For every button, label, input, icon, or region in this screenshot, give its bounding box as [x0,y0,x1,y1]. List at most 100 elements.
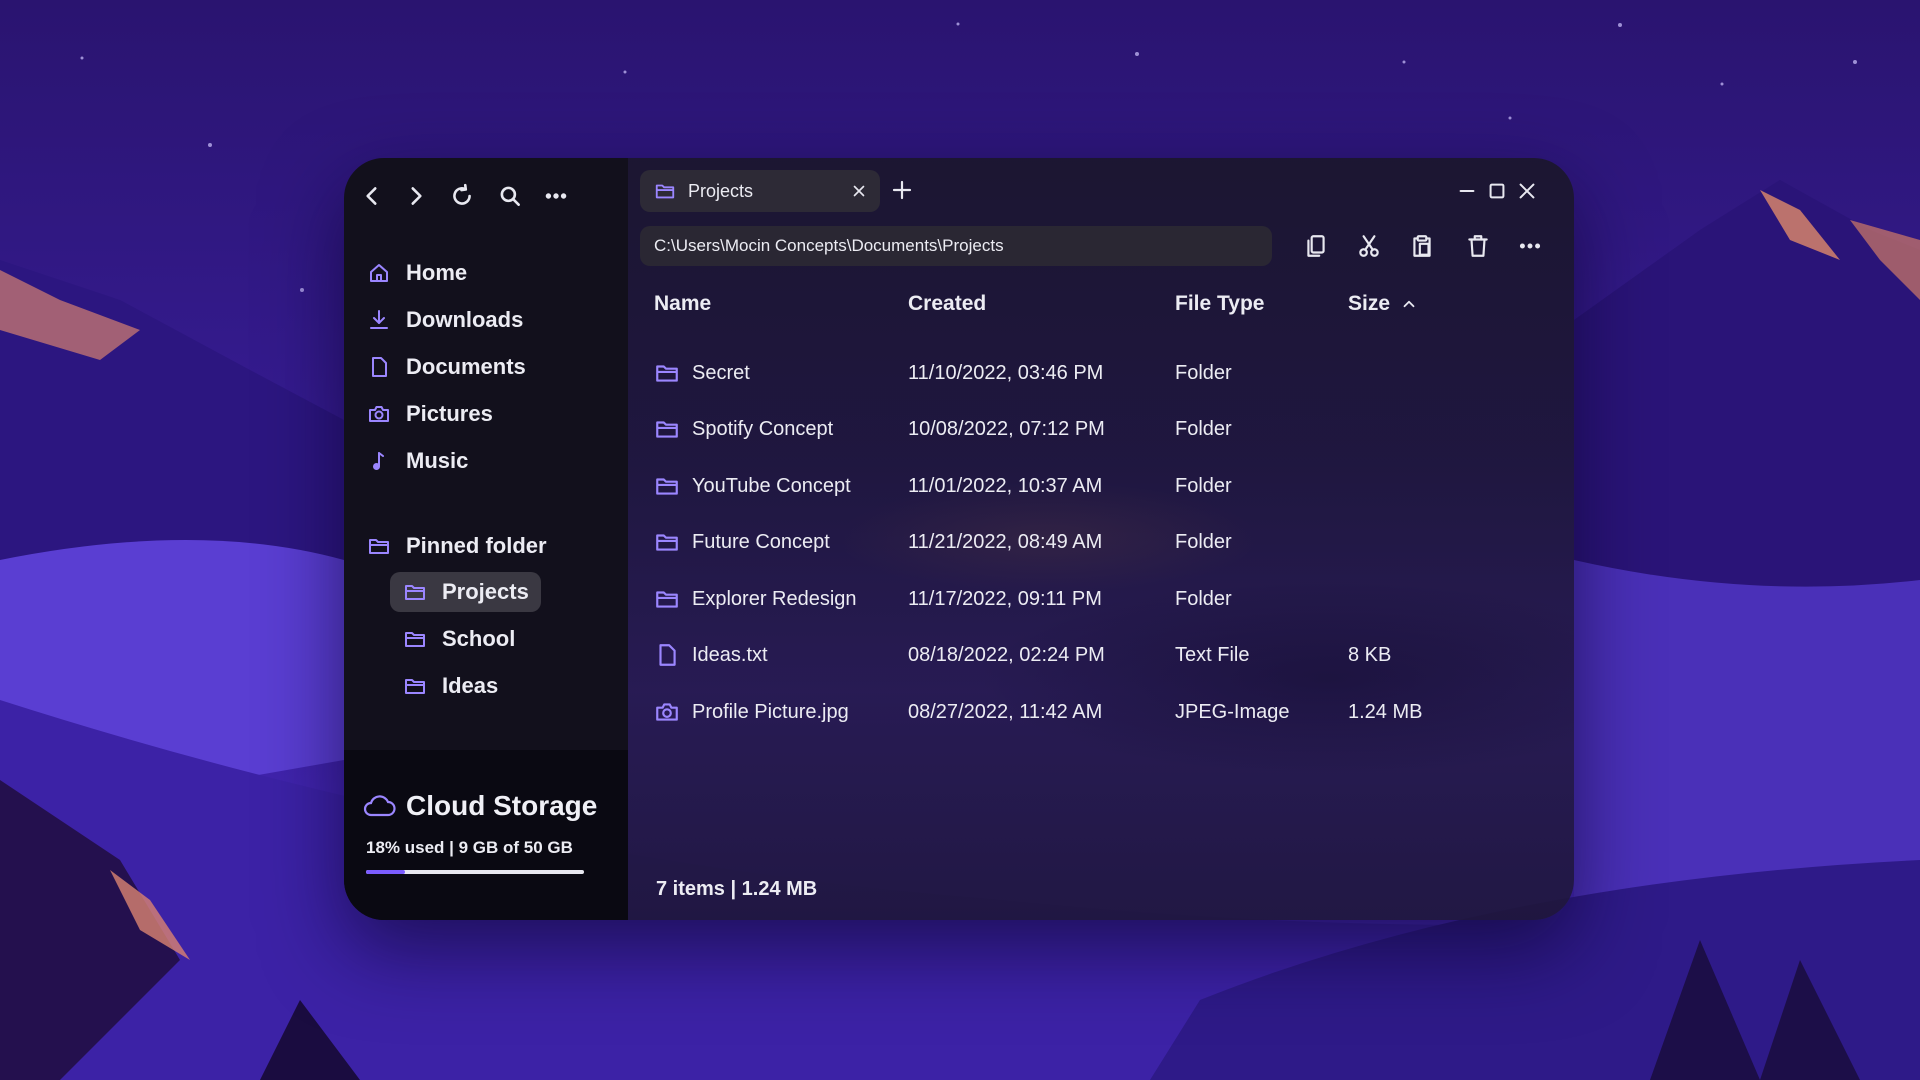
image-icon [654,699,680,725]
more-actions-button[interactable] [1514,230,1546,262]
minimize-button[interactable] [1454,178,1480,204]
column-header-label: File Type [1175,292,1265,315]
column-header-label: Created [908,292,987,315]
column-header-name[interactable]: Name [654,292,711,316]
file-type: Folder [1175,474,1232,497]
file-name: Explorer Redesign [692,587,857,610]
sidebar-item-label: Documents [406,354,526,379]
cloud-storage-title: Cloud Storage [406,790,598,821]
close-window-button[interactable] [1514,178,1540,204]
sidebar-item-label: School [442,626,516,651]
chevron-up-icon [1403,300,1415,308]
table-row[interactable]: YouTube Concept 11/01/2022, 10:37 AM Fol… [644,464,1544,508]
file-name: Future Concept [692,530,830,553]
chevron-right-icon [411,187,422,205]
sidebar-item-pictures[interactable]: Pictures [366,394,493,434]
cloud-icon [363,795,396,817]
table-row[interactable]: Secret 11/10/2022, 03:46 PM Folder [644,351,1544,395]
cloud-usage-bar [366,870,584,874]
close-icon [1519,183,1535,199]
column-header-label: Size [1348,292,1391,315]
column-header-created[interactable]: Created [908,292,986,316]
sidebar-item-home[interactable]: Home [366,253,467,293]
back-button[interactable] [356,180,388,212]
more-button[interactable] [540,180,572,212]
sidebar-item-ideas[interactable]: Ideas [402,666,498,706]
table-row[interactable]: Future Concept 11/21/2022, 08:49 AM Fold… [644,520,1544,564]
cloud-usage-text: 18% used | 9 GB of 50 GB [366,838,573,857]
file-type: Folder [1175,417,1232,440]
tab-close-button[interactable] [848,180,870,202]
file-created: 10/08/2022, 07:12 PM [908,417,1105,440]
plus-icon [892,180,912,200]
scissors-icon [1359,235,1379,257]
address-bar[interactable]: C:\Users\Mocin Concepts\Documents\Projec… [640,226,1272,266]
refresh-button[interactable] [446,180,478,212]
clipboard-icon [1413,235,1431,257]
trash-icon [1468,235,1488,257]
cut-button[interactable] [1353,230,1385,262]
table-row[interactable]: Ideas.txt 08/18/2022, 02:24 PM Text File… [644,633,1544,677]
column-header-type[interactable]: File Type [1175,292,1264,316]
folder-icon [654,180,676,202]
table-row[interactable]: Profile Picture.jpg 08/27/2022, 11:42 AM… [644,690,1544,734]
folder-icon [654,529,680,555]
file-name: Secret [692,361,750,384]
file-type: JPEG-Image [1175,700,1290,723]
folder-icon [654,360,680,386]
column-header-size[interactable]: Size [1348,292,1418,316]
folder-icon [366,533,392,559]
copy-icon [1307,235,1325,257]
sidebar-item-label: Ideas [442,673,499,698]
file-created: 11/01/2022, 10:37 AM [908,474,1103,497]
maximize-button[interactable] [1484,178,1510,204]
search-button[interactable] [494,180,526,212]
file-name: Spotify Concept [692,417,834,440]
file-size: 1.24 MB [1348,700,1423,723]
tab-projects[interactable]: Projects [640,170,880,212]
file-type: Text File [1175,643,1250,666]
cloud-usage-bar-fill [366,870,406,874]
download-icon [366,307,392,333]
sidebar-item-documents[interactable]: Documents [366,347,526,387]
sidebar-item-downloads[interactable]: Downloads [366,300,523,340]
file-created: 08/18/2022, 02:24 PM [908,643,1105,666]
file-created: 11/10/2022, 03:46 PM [908,361,1104,384]
folder-icon [654,473,680,499]
status-bar: 7 items | 1.24 MB [656,878,818,900]
file-name: Ideas.txt [692,643,768,666]
sidebar-item-projects[interactable]: Projects [390,572,541,612]
sidebar-item-music[interactable]: Music [366,441,468,481]
sidebar-pinned-folder[interactable]: Pinned folder [366,526,547,566]
document-icon [366,354,392,380]
file-created: 08/27/2022, 11:42 AM [908,700,1103,723]
file-name: YouTube Concept [692,474,851,497]
delete-button[interactable] [1462,230,1494,262]
cloud-storage-header: Cloud Storage [362,790,597,822]
refresh-icon [453,183,471,205]
main-pane: Projects C:\Users\Mocin Concepts\Documen… [628,158,1574,920]
table-row[interactable]: Explorer Redesign 11/17/2022, 09:11 PM F… [644,577,1544,621]
paste-button[interactable] [1406,230,1438,262]
file-explorer-window: Home Downloads Documents Pictures Music … [344,158,1574,920]
copy-button[interactable] [1300,230,1332,262]
folder-icon [654,416,680,442]
forward-button[interactable] [400,180,432,212]
sidebar-item-label: Pinned folder [406,533,547,558]
sidebar: Home Downloads Documents Pictures Music … [344,158,628,920]
folder-icon [402,626,428,652]
table-row[interactable]: Spotify Concept 10/08/2022, 07:12 PM Fol… [644,407,1544,451]
chevron-left-icon [366,187,377,205]
search-icon [500,186,520,206]
sidebar-item-school[interactable]: School [402,619,515,659]
file-created: 11/17/2022, 09:11 PM [908,587,1102,610]
sidebar-item-label: Projects [442,579,529,604]
maximize-icon [1489,183,1505,199]
new-tab-button[interactable] [890,178,916,204]
address-path: C:\Users\Mocin Concepts\Documents\Projec… [654,236,1004,255]
column-header-label: Name [654,292,712,315]
close-icon [853,185,865,197]
folder-icon [402,673,428,699]
file-size: 8 KB [1348,643,1392,666]
cloud-storage-panel[interactable]: Cloud Storage 18% used | 9 GB of 50 GB [344,750,628,920]
